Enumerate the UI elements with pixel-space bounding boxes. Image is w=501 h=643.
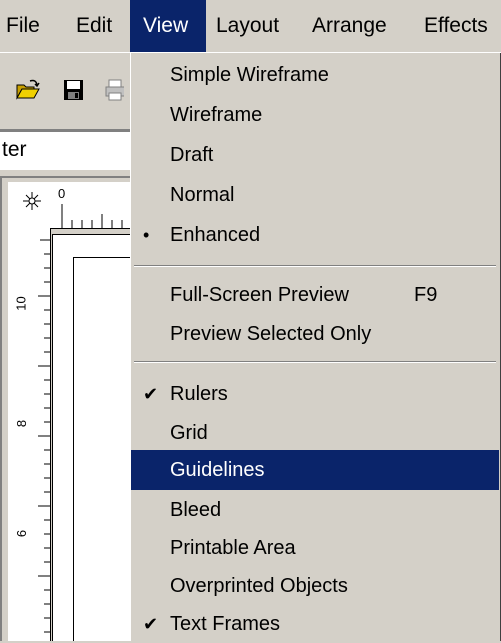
v-ruler-label-10: 10 bbox=[13, 296, 29, 311]
save-disk-icon[interactable] bbox=[62, 79, 86, 101]
menu-item-label: Bleed bbox=[170, 499, 222, 521]
horizontal-ruler[interactable]: 0 bbox=[50, 182, 130, 229]
menu-item-normal[interactable]: Normal bbox=[131, 176, 499, 214]
menu-item-text-frames[interactable]: ✔ Text Frames bbox=[131, 605, 499, 643]
menu-item-overprinted-objects[interactable]: Overprinted Objects bbox=[131, 567, 499, 605]
menu-item-printable-area[interactable]: Printable Area bbox=[131, 529, 499, 567]
v-ruler-label-6: 6 bbox=[14, 529, 30, 538]
checkmark-icon: ✔ bbox=[143, 614, 159, 634]
print-icon[interactable] bbox=[104, 79, 124, 101]
drawing-canvas[interactable]: 0 10 8 6 bbox=[0, 176, 130, 641]
shortcut-label: F9 bbox=[414, 284, 438, 306]
menu-layout[interactable]: Layout bbox=[210, 0, 285, 52]
menu-bar: File Edit View Layout Arrange Effects bbox=[0, 0, 501, 53]
menu-item-grid[interactable]: Grid bbox=[131, 414, 499, 452]
menu-item-wireframe[interactable]: Wireframe bbox=[131, 96, 499, 134]
menu-item-label: Wireframe bbox=[170, 104, 263, 126]
menu-item-label: Preview Selected Only bbox=[170, 323, 372, 345]
font-name-field[interactable]: ter bbox=[0, 130, 130, 170]
menu-separator bbox=[134, 361, 496, 363]
menu-item-guidelines[interactable]: Guidelines bbox=[131, 450, 499, 490]
menu-separator bbox=[134, 265, 496, 267]
menu-layout-label: Layout bbox=[216, 14, 280, 37]
menu-file-label: File bbox=[6, 14, 40, 37]
menu-item-label: Overprinted Objects bbox=[170, 575, 348, 597]
menu-view[interactable]: View bbox=[130, 0, 206, 52]
view-menu-dropdown: Simple Wireframe Wireframe Draft Normal … bbox=[130, 52, 501, 641]
open-folder-icon[interactable] bbox=[16, 79, 40, 101]
menu-arrange-label: Arrange bbox=[312, 14, 387, 37]
standard-toolbar bbox=[0, 52, 130, 130]
menu-item-label: Guidelines bbox=[170, 459, 265, 481]
menu-file[interactable]: File bbox=[0, 0, 46, 52]
menu-view-label: View bbox=[143, 14, 189, 37]
menu-item-simple-wireframe[interactable]: Simple Wireframe bbox=[131, 56, 499, 94]
menu-arrange[interactable]: Arrange bbox=[306, 0, 393, 52]
page-margin-guide bbox=[73, 257, 130, 641]
menu-item-label: Text Frames bbox=[170, 613, 281, 635]
menu-item-label: Printable Area bbox=[170, 537, 296, 559]
menu-item-label: Full-Screen Preview bbox=[170, 284, 349, 306]
font-name-value: ter bbox=[2, 138, 27, 161]
menu-item-label: Normal bbox=[170, 184, 235, 206]
menu-item-enhanced[interactable]: • Enhanced bbox=[131, 216, 499, 254]
document-page[interactable] bbox=[52, 234, 130, 641]
menu-effects-label: Effects bbox=[424, 14, 488, 37]
vertical-ruler[interactable]: 10 8 6 4 bbox=[8, 228, 51, 641]
ruler-origin-corner[interactable] bbox=[8, 182, 51, 229]
menu-effects[interactable]: Effects bbox=[418, 0, 494, 52]
menu-item-full-screen-preview[interactable]: Full-Screen Preview F9 bbox=[131, 276, 499, 314]
checkmark-icon: ✔ bbox=[143, 384, 159, 404]
menu-edit[interactable]: Edit bbox=[70, 0, 118, 52]
menu-item-label: Enhanced bbox=[170, 224, 261, 246]
menu-item-label: Simple Wireframe bbox=[170, 64, 329, 86]
menu-item-label: Grid bbox=[170, 422, 208, 444]
menu-item-label: Draft bbox=[170, 144, 214, 166]
menu-item-label: Rulers bbox=[170, 383, 228, 405]
menu-item-bleed[interactable]: Bleed bbox=[131, 491, 499, 529]
menu-item-preview-selected-only[interactable]: Preview Selected Only bbox=[131, 315, 499, 353]
menu-item-draft[interactable]: Draft bbox=[131, 136, 499, 174]
v-ruler-label-8: 8 bbox=[14, 419, 30, 428]
radio-bullet-icon: • bbox=[143, 225, 150, 245]
menu-edit-label: Edit bbox=[76, 14, 113, 37]
menu-item-rulers[interactable]: ✔ Rulers bbox=[131, 375, 499, 413]
